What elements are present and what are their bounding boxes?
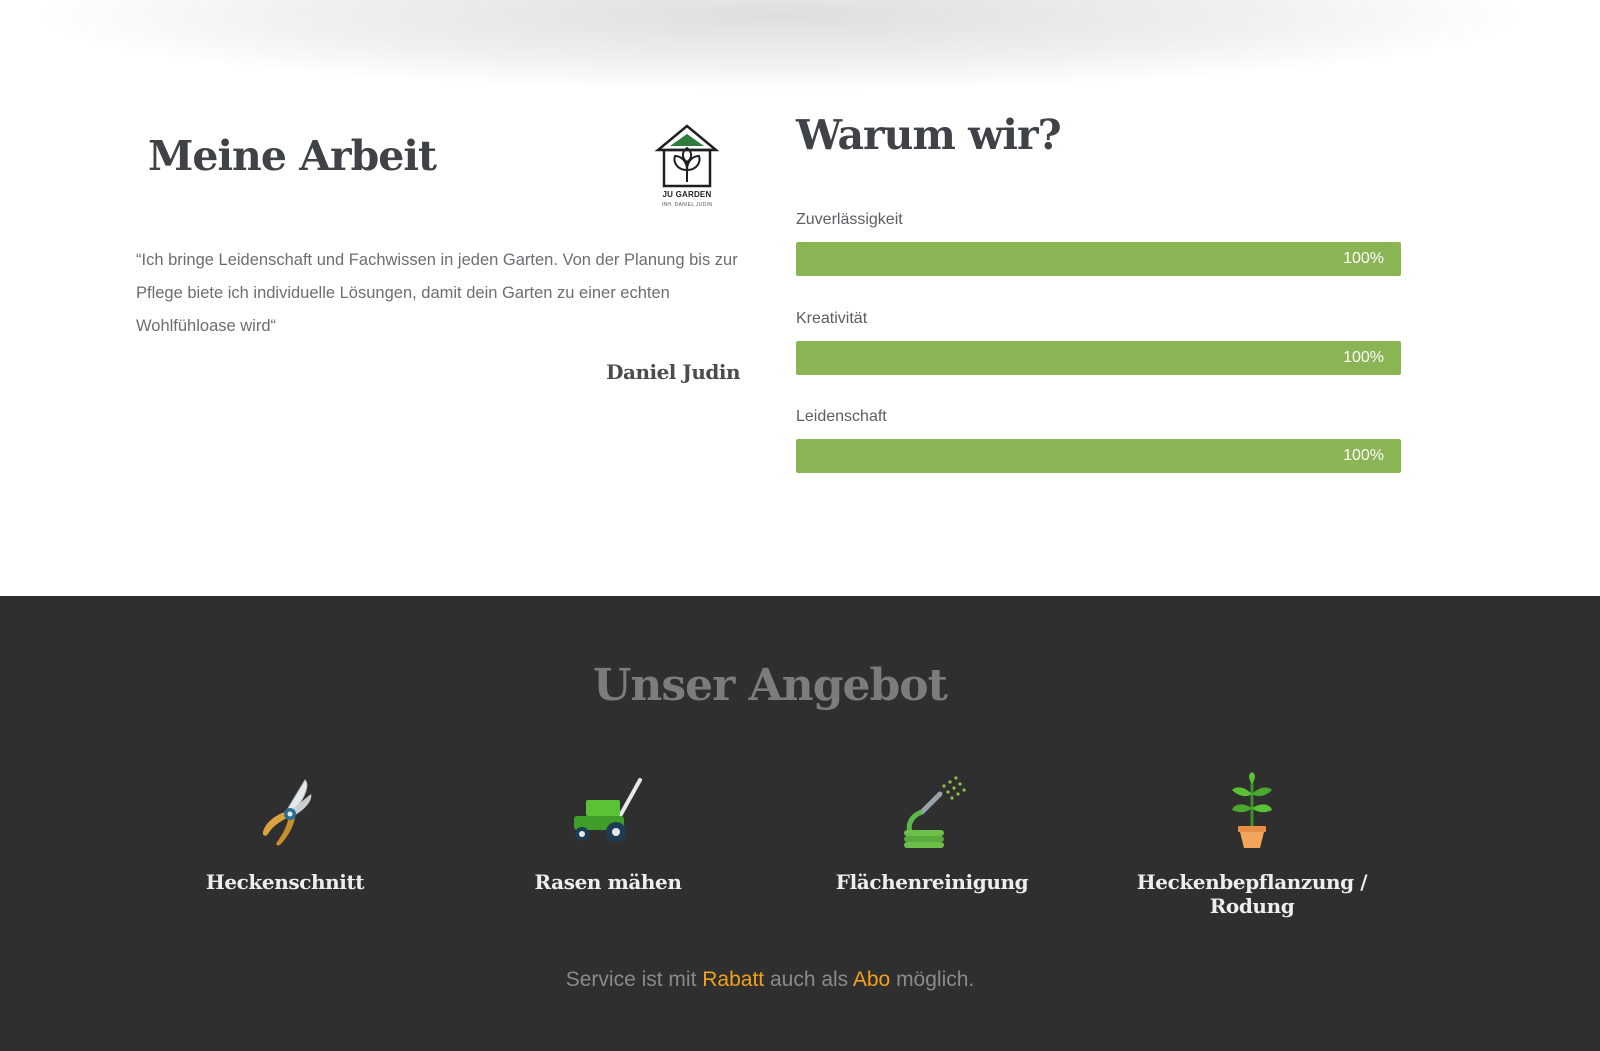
progress-track: 100% [796, 242, 1401, 276]
signature: Daniel Judin [606, 360, 740, 384]
potted-plant-icon [1212, 772, 1292, 852]
note-text: auch als [764, 968, 853, 991]
service-name: Rasen mähen [534, 870, 682, 894]
water-hose-icon [892, 772, 972, 852]
skill-leidenschaft: Leidenschaft 100% [796, 405, 1401, 473]
meine-arbeit-heading: Meine Arbeit [148, 132, 437, 180]
service-heckenschnitt[interactable]: Heckenschnitt [125, 772, 445, 894]
skill-label: Kreativität [796, 310, 868, 327]
house-plant-logo-icon [654, 124, 720, 188]
skill-zuverlaessigkeit: Zuverlässigkeit 100% [796, 208, 1401, 276]
note-text: Service ist mit [565, 968, 703, 991]
service-name: Heckenschnitt [205, 870, 365, 894]
intro-section: Meine Arbeit JU GARDEN INH. DANIEL JUDIN… [0, 0, 1600, 596]
progress-track: 100% [796, 439, 1401, 473]
service-flaechenreinigung[interactable]: Flächenreinigung [772, 772, 1092, 894]
skill-label: Zuverlässigkeit [796, 211, 903, 228]
subscription-highlight: Abo [852, 968, 891, 991]
unser-angebot-heading: Unser Angebot [593, 660, 948, 711]
logo-brand-text: JU GARDEN [662, 190, 712, 199]
skill-label: Leidenschaft [796, 408, 887, 425]
ju-garden-logo: JU GARDEN INH. DANIEL JUDIN [650, 124, 724, 214]
page: Meine Arbeit JU GARDEN INH. DANIEL JUDIN… [0, 0, 1600, 1051]
progress-fill: 100% [796, 439, 1401, 473]
progress-fill: 100% [796, 242, 1401, 276]
pruning-shears-icon [245, 772, 325, 852]
service-heckenbepflanzung-rodung[interactable]: Heckenbepflanzung / Rodung [1092, 772, 1412, 918]
warum-wir-heading: Warum wir? [796, 111, 1062, 159]
lawn-mower-icon [568, 772, 648, 852]
progress-track: 100% [796, 341, 1401, 375]
service-rasen-maehen[interactable]: Rasen mähen [448, 772, 768, 894]
subscription-note: Service ist mit Rabatt auch als Abo mögl… [0, 968, 1540, 992]
service-name: Flächenreinigung [835, 870, 1029, 894]
offer-section: Unser Angebot Heckenschnitt Rasen mähen … [0, 596, 1600, 1051]
note-text: möglich. [890, 968, 975, 991]
logo-owner-text: INH. DANIEL JUDIN [661, 202, 713, 208]
skill-kreativitaet: Kreativität 100% [796, 307, 1401, 375]
progress-fill: 100% [796, 341, 1401, 375]
service-name: Heckenbepflanzung / Rodung [1136, 870, 1368, 918]
discount-highlight: Rabatt [702, 968, 765, 991]
quote-text: “Ich bringe Leidenschaft und Fachwissen … [136, 251, 738, 335]
